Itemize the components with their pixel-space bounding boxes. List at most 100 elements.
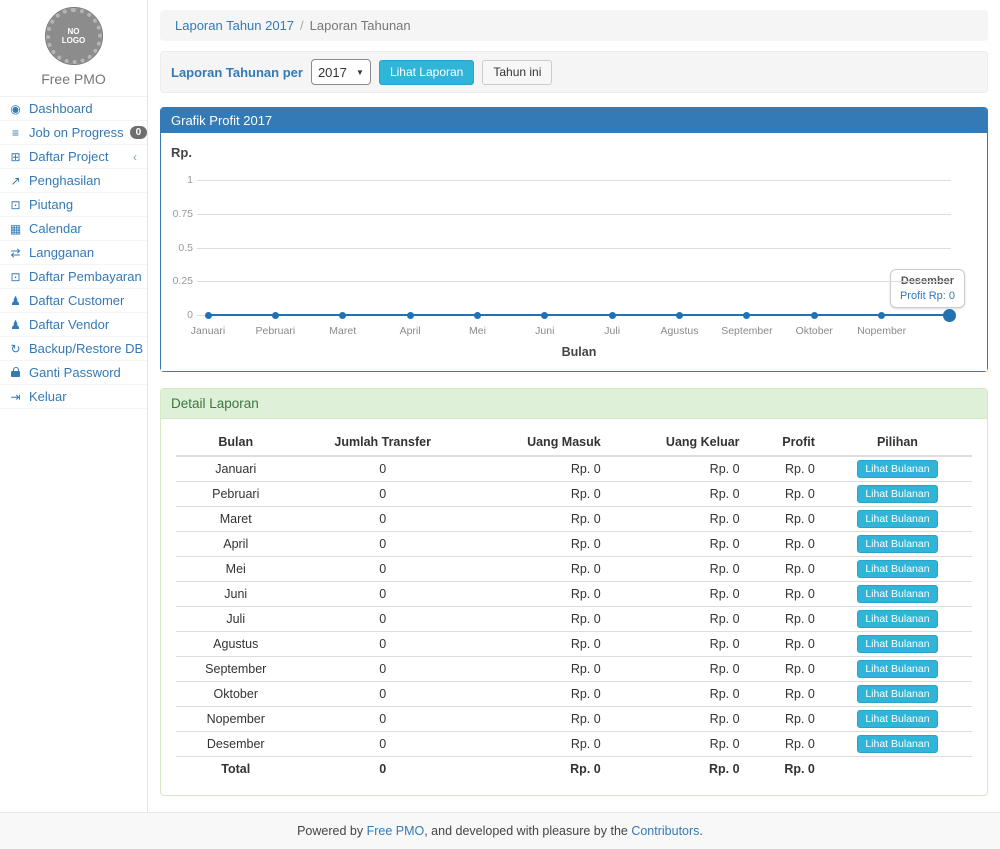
lihat-bulanan-button[interactable]: Lihat Bulanan xyxy=(857,660,937,678)
y-axis-title: Rp. xyxy=(171,145,192,160)
table-row: Mei0Rp. 0Rp. 0Rp. 0Lihat Bulanan xyxy=(176,557,972,582)
table-cell: Rp. 0 xyxy=(748,582,823,607)
table-cell: Rp. 0 xyxy=(470,657,609,682)
table-row: Juli0Rp. 0Rp. 0Rp. 0Lihat Bulanan xyxy=(176,607,972,632)
contributors-link[interactable]: Contributors xyxy=(631,824,699,838)
sidebar-item-label: Piutang xyxy=(29,197,139,212)
free-pmo-link[interactable]: Free PMO xyxy=(367,824,425,838)
table-total-row: Total0Rp. 0Rp. 0Rp. 0 xyxy=(176,757,972,781)
table-cell: Rp. 0 xyxy=(470,582,609,607)
lihat-bulanan-button[interactable]: Lihat Bulanan xyxy=(857,560,937,578)
table-cell: Nopember xyxy=(176,707,296,732)
sidebar-item-label: Ganti Password xyxy=(29,365,139,380)
data-point-nopember[interactable] xyxy=(878,312,885,319)
sign-out-icon: ⇥ xyxy=(8,390,23,404)
table-cell: 0 xyxy=(296,607,470,632)
table-row: Agustus0Rp. 0Rp. 0Rp. 0Lihat Bulanan xyxy=(176,632,972,657)
lihat-bulanan-button[interactable]: Lihat Bulanan xyxy=(857,710,937,728)
data-point-juni[interactable] xyxy=(541,312,548,319)
table-cell: 0 xyxy=(296,456,470,482)
job-count-badge: 0 xyxy=(130,126,148,139)
footer-text-prefix: Powered by xyxy=(297,824,366,838)
table-cell: Rp. 0 xyxy=(748,682,823,707)
lihat-bulanan-button[interactable]: Lihat Bulanan xyxy=(857,460,937,478)
lihat-bulanan-button[interactable]: Lihat Bulanan xyxy=(857,585,937,603)
data-point-oktober[interactable] xyxy=(811,312,818,319)
data-point-pebruari[interactable] xyxy=(272,312,279,319)
footer-text-middle: , and developed with pleasure by the xyxy=(424,824,631,838)
lihat-bulanan-button[interactable]: Lihat Bulanan xyxy=(857,610,937,628)
column-header-uang-masuk: Uang Masuk xyxy=(470,429,609,456)
sidebar-item-daftar-project[interactable]: ⊞Daftar Project‹ xyxy=(0,145,147,169)
table-row: September0Rp. 0Rp. 0Rp. 0Lihat Bulanan xyxy=(176,657,972,682)
sidebar-item-backup-restore-db[interactable]: ↻ Backup/Restore DB xyxy=(0,337,147,361)
users-icon: ♟ xyxy=(8,318,23,332)
table-cell: 0 xyxy=(296,707,470,732)
sidebar-item-ganti-password[interactable]: Ganti Password xyxy=(0,361,147,385)
table-cell: Rp. 0 xyxy=(609,532,748,557)
monthly-report-table: BulanJumlah TransferUang MasukUang Kelua… xyxy=(176,429,972,781)
tahun-ini-button[interactable]: Tahun ini xyxy=(482,60,552,85)
table-cell: 0 xyxy=(296,557,470,582)
gridline xyxy=(197,214,951,215)
calendar-icon: ▦ xyxy=(8,222,23,236)
sidebar-item-piutang[interactable]: ⊡ Piutang xyxy=(0,193,147,217)
chart-tooltip: Desember Profit Rp: 0 xyxy=(890,269,965,308)
data-point-mei[interactable] xyxy=(474,312,481,319)
table-row: Pebruari0Rp. 0Rp. 0Rp. 0Lihat Bulanan xyxy=(176,482,972,507)
no-logo-badge: NO LOGO xyxy=(46,8,102,64)
table-cell: 0 xyxy=(296,657,470,682)
users-icon: ♟ xyxy=(8,294,23,308)
sidebar-item-label: Langganan xyxy=(29,245,139,260)
y-tick-label: 0.5 xyxy=(161,242,193,254)
data-point-april[interactable] xyxy=(407,312,414,319)
lihat-bulanan-button[interactable]: Lihat Bulanan xyxy=(857,735,937,753)
table-cell: Rp. 0 xyxy=(470,482,609,507)
table-cell: Rp. 0 xyxy=(470,532,609,557)
detail-panel-body: BulanJumlah TransferUang MasukUang Kelua… xyxy=(161,419,987,795)
breadcrumb-link[interactable]: Laporan Tahun 2017 xyxy=(175,18,294,33)
refresh-icon: ↻ xyxy=(8,342,23,356)
sidebar-item-penghasilan[interactable]: ↗Penghasilan xyxy=(0,169,147,193)
sidebar-item-daftar-vendor[interactable]: ♟Daftar Vendor xyxy=(0,313,147,337)
table-cell: Rp. 0 xyxy=(748,482,823,507)
lihat-bulanan-button[interactable]: Lihat Bulanan xyxy=(857,510,937,528)
sidebar-item-langganan[interactable]: ⇄Langganan xyxy=(0,241,147,265)
data-point-september[interactable] xyxy=(743,312,750,319)
lihat-laporan-button[interactable]: Lihat Laporan xyxy=(379,60,474,85)
data-point-desember[interactable] xyxy=(943,309,956,322)
sidebar-item-keluar[interactable]: ⇥ Keluar xyxy=(0,385,147,409)
table-cell-action: Lihat Bulanan xyxy=(823,507,972,532)
lihat-bulanan-button[interactable]: Lihat Bulanan xyxy=(857,485,937,503)
sidebar-item-daftar-pembayaran[interactable]: ⊡Daftar Pembayaran xyxy=(0,265,147,289)
sidebar-item-label: Job on Progress xyxy=(29,125,124,140)
table-cell: Rp. 0 xyxy=(609,657,748,682)
table-cell: Desember xyxy=(176,732,296,757)
sidebar-item-calendar[interactable]: ▦Calendar xyxy=(0,217,147,241)
data-point-agustus[interactable] xyxy=(676,312,683,319)
profit-series-line xyxy=(208,314,949,316)
data-point-juli[interactable] xyxy=(609,312,616,319)
table-cell: Rp. 0 xyxy=(748,507,823,532)
sidebar-menu: ◉Dashboard≡Job on Progress0⊞Daftar Proje… xyxy=(0,97,147,409)
money-icon: ⊡ xyxy=(8,198,23,212)
sidebar-item-label: Keluar xyxy=(29,389,139,404)
lihat-bulanan-button[interactable]: Lihat Bulanan xyxy=(857,635,937,653)
data-point-januari[interactable] xyxy=(205,312,212,319)
table-cell: Juli xyxy=(176,607,296,632)
table-cell-action: Lihat Bulanan xyxy=(823,582,972,607)
report-filter-bar: Laporan Tahunan per 2017 ▼ Lihat Laporan… xyxy=(160,51,988,93)
lihat-bulanan-button[interactable]: Lihat Bulanan xyxy=(857,685,937,703)
lihat-bulanan-button[interactable]: Lihat Bulanan xyxy=(857,535,937,553)
column-header-pilihan: Pilihan xyxy=(823,429,972,456)
total-cell: Rp. 0 xyxy=(748,757,823,781)
year-select[interactable]: 2017 ▼ xyxy=(311,59,371,85)
table-cell-action: Lihat Bulanan xyxy=(823,657,972,682)
data-point-maret[interactable] xyxy=(339,312,346,319)
table-cell: Rp. 0 xyxy=(748,732,823,757)
table-cell: Rp. 0 xyxy=(748,557,823,582)
sidebar-item-job-on-progress[interactable]: ≡Job on Progress0 xyxy=(0,121,147,145)
sidebar-item-dashboard[interactable]: ◉Dashboard xyxy=(0,97,147,121)
sidebar-item-daftar-customer[interactable]: ♟Daftar Customer xyxy=(0,289,147,313)
sidebar-item-label: Backup/Restore DB xyxy=(29,341,143,356)
